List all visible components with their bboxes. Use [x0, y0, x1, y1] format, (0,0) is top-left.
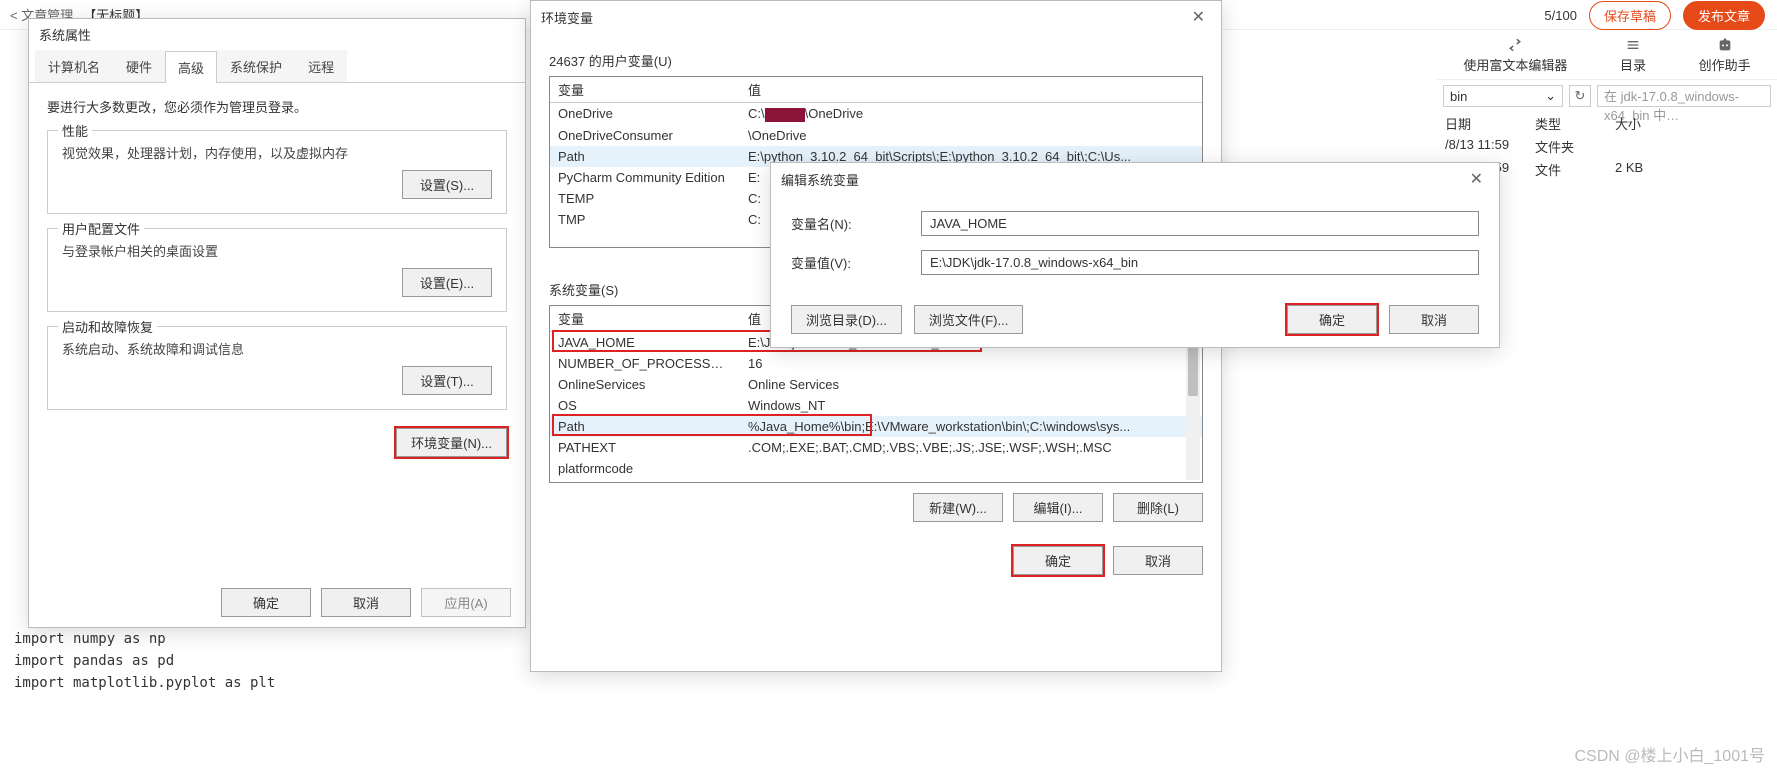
- scrollbar[interactable]: [1186, 326, 1200, 480]
- ok-button[interactable]: 确定: [1287, 305, 1377, 334]
- save-draft-button[interactable]: 保存草稿: [1589, 1, 1671, 30]
- group-startup-recovery: 启动和故障恢复 系统启动、系统故障和调试信息 设置(T)...: [47, 326, 507, 410]
- table-row: OSWindows_NT: [550, 395, 1202, 416]
- dialog-title: 环境变量: [541, 8, 593, 27]
- list-item[interactable]: /8/13 11:59文件夹: [1437, 135, 1777, 158]
- table-row: OneDriveConsumer \OneDrive: [550, 125, 1202, 146]
- tabs: 计算机名 硬件 高级 系统保护 远程: [29, 50, 525, 83]
- ok-button[interactable]: 确定: [221, 588, 311, 617]
- system-properties-dialog: 系统属性 计算机名 硬件 高级 系统保护 远程 要进行大多数更改，您必须作为管理…: [28, 18, 526, 628]
- var-value-input[interactable]: [921, 250, 1479, 275]
- explorer-search[interactable]: 在 jdk-17.0.8_windows-x64_bin 中…: [1597, 85, 1771, 107]
- ok-button[interactable]: 确定: [1013, 546, 1103, 575]
- tab-system-protection[interactable]: 系统保护: [217, 50, 295, 82]
- table-row: NUMBER_OF_PROCESSORS16: [550, 353, 1202, 374]
- dialog-title: 系统属性: [29, 19, 525, 50]
- table-row: PATHEXT.COM;.EXE;.BAT;.CMD;.VBS;.VBE;.JS…: [550, 437, 1202, 458]
- publish-button[interactable]: 发布文章: [1683, 1, 1765, 30]
- apply-button[interactable]: 应用(A): [421, 588, 511, 617]
- user-vars-label: 24637 的用户变量(U): [549, 51, 1203, 70]
- table-row: OnlineServicesOnline Services: [550, 374, 1202, 395]
- dialog-title: 编辑系统变量: [781, 170, 859, 189]
- group-user-profile: 用户配置文件 与登录帐户相关的桌面设置 设置(E)...: [47, 228, 507, 312]
- table-row: OneDriveC:\\OneDrive: [550, 103, 1202, 125]
- table-row: platformcode: [550, 458, 1202, 479]
- edit-button[interactable]: 编辑(I)...: [1013, 493, 1103, 522]
- edit-system-variable-dialog: 编辑系统变量 ✕ 变量名(N): 变量值(V): 浏览目录(D)... 浏览文件…: [770, 162, 1500, 348]
- close-icon[interactable]: ✕: [1186, 7, 1211, 27]
- cancel-button[interactable]: 取消: [1389, 305, 1479, 334]
- tool-rich-editor[interactable]: 使用富文本编辑器: [1463, 37, 1567, 74]
- swap-icon: [1507, 37, 1523, 53]
- new-button[interactable]: 新建(W)...: [913, 493, 1003, 522]
- tool-toc[interactable]: 目录: [1620, 37, 1646, 74]
- cancel-button[interactable]: 取消: [1113, 546, 1203, 575]
- reload-button[interactable]: ↻: [1569, 85, 1591, 107]
- env-variables-button[interactable]: 环境变量(N)...: [396, 428, 507, 457]
- robot-icon: [1717, 37, 1733, 53]
- browse-dir-button[interactable]: 浏览目录(D)...: [791, 305, 902, 334]
- right-toolbar: 使用富文本编辑器 目录 创作助手: [1437, 32, 1777, 80]
- var-name-input[interactable]: [921, 211, 1479, 236]
- explorer-address-bar: bin⌄ ↻ 在 jdk-17.0.8_windows-x64_bin 中…: [1437, 82, 1777, 110]
- cancel-button[interactable]: 取消: [321, 588, 411, 617]
- settings-profile-button[interactable]: 设置(E)...: [402, 268, 492, 297]
- tab-advanced[interactable]: 高级: [165, 51, 217, 83]
- chevron-down-icon: ⌄: [1545, 88, 1556, 104]
- var-value-label: 变量值(V):: [791, 253, 921, 272]
- folder-combo[interactable]: bin⌄: [1443, 85, 1563, 107]
- delete-button[interactable]: 删除(L): [1113, 493, 1203, 522]
- tab-remote[interactable]: 远程: [295, 50, 347, 82]
- settings-perf-button[interactable]: 设置(S)...: [402, 170, 492, 199]
- admin-note: 要进行大多数更改，您必须作为管理员登录。: [47, 97, 507, 116]
- table-row: Path%Java_Home%\bin;E:\VMware_workstatio…: [550, 416, 1202, 437]
- list-icon: [1625, 37, 1641, 53]
- redacted: [765, 108, 805, 122]
- char-count: 5/100: [1544, 8, 1577, 23]
- close-icon[interactable]: ✕: [1464, 169, 1489, 189]
- code-snippet: import numpy as np import pandas as pd i…: [14, 628, 275, 694]
- file-list-header: 日期 类型 大小: [1437, 112, 1777, 135]
- var-name-label: 变量名(N):: [791, 214, 921, 233]
- editor-actions: 5/100 保存草稿 发布文章: [1437, 0, 1777, 30]
- browse-file-button[interactable]: 浏览文件(F)...: [914, 305, 1023, 334]
- tool-ai-helper[interactable]: 创作助手: [1699, 37, 1751, 74]
- group-performance: 性能 视觉效果，处理器计划，内存使用，以及虚拟内存 设置(S)...: [47, 130, 507, 214]
- settings-startup-button[interactable]: 设置(T)...: [402, 366, 492, 395]
- tab-computer-name[interactable]: 计算机名: [35, 50, 113, 82]
- tab-hardware[interactable]: 硬件: [113, 50, 165, 82]
- watermark: CSDN @楼上小白_1001号: [1574, 742, 1765, 766]
